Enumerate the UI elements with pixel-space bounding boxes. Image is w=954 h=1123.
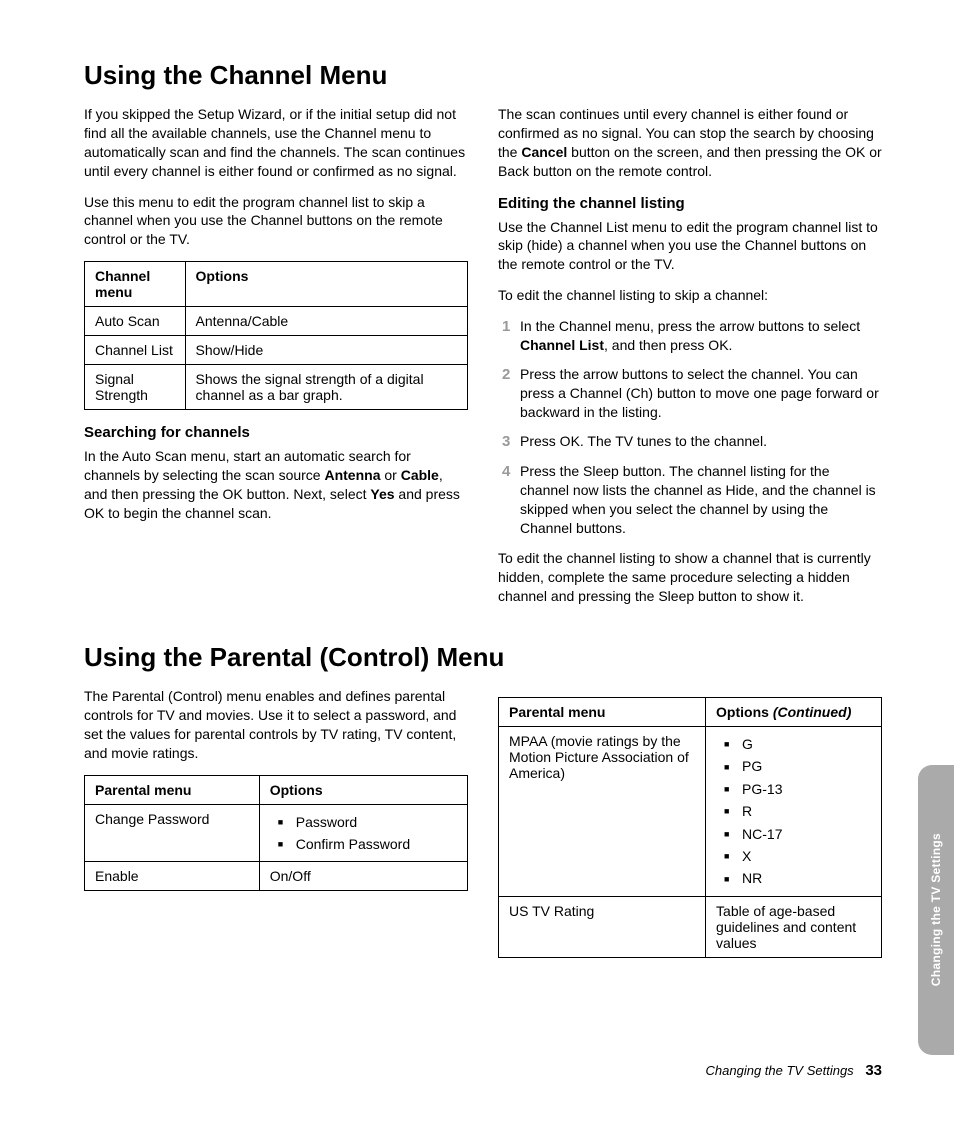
bullet: Confirm Password [278,833,457,855]
td: Auto Scan [85,307,186,336]
bullet: Password [278,811,457,833]
side-tab-label: Changing the TV Settings [929,833,943,986]
td: Antenna/Cable [185,307,467,336]
subheading-searching: Searching for channels [84,424,468,441]
bullet: G [724,733,871,755]
parental-menu-table-left: Parental menu Options Change Password Pa… [84,775,468,892]
heading-parental-menu: Using the Parental (Control) Menu [84,642,882,673]
para: The Parental (Control) menu enables and … [84,687,468,763]
steps-list: 1In the Channel menu, press the arrow bu… [498,317,882,537]
col-right-2: Parental menu Options (Continued) MPAA (… [498,687,882,972]
td: On/Off [259,862,467,891]
step-text: Press the Sleep button. The channel list… [520,462,882,538]
bullet: R [724,800,871,822]
heading-channel-menu: Using the Channel Menu [84,60,882,91]
td: Change Password [85,804,260,862]
bullet: X [724,845,871,867]
para: To edit the channel listing to skip a ch… [498,286,882,305]
step-text: In the Channel menu, press the arrow but… [520,317,882,355]
col-right-1: The scan continues until every channel i… [498,105,882,618]
td: Password Confirm Password [259,804,467,862]
td: Shows the signal strength of a digital c… [185,365,467,410]
para: Use the Channel List menu to edit the pr… [498,218,882,275]
para: The scan continues until every channel i… [498,105,882,181]
td: Table of age-based guidelines and conten… [706,896,882,957]
th: Parental menu [499,698,706,727]
th: Options (Continued) [706,698,882,727]
para: In the Auto Scan menu, start an automati… [84,447,468,523]
td: Show/Hide [185,336,467,365]
bullet: PG [724,755,871,777]
subheading-editing: Editing the channel listing [498,195,882,212]
para: If you skipped the Setup Wizard, or if t… [84,105,468,181]
parental-menu-table-right: Parental menu Options (Continued) MPAA (… [498,697,882,958]
bullet: NR [724,867,871,889]
th: Parental menu [85,775,260,804]
th: Options [185,262,467,307]
td: Signal Strength [85,365,186,410]
para: To edit the channel listing to show a ch… [498,549,882,606]
th: Options [259,775,467,804]
td: Channel List [85,336,186,365]
td: Enable [85,862,260,891]
col-left-2: The Parental (Control) menu enables and … [84,687,468,972]
step-num: 3 [502,432,520,452]
td: MPAA (movie ratings by the Motion Pictur… [499,727,706,897]
bullet: NC-17 [724,823,871,845]
col-left-1: If you skipped the Setup Wizard, or if t… [84,105,468,618]
side-tab: Changing the TV Settings [918,765,954,1055]
step-text: Press OK. The TV tunes to the channel. [520,432,882,452]
footer-page-number: 33 [865,1062,882,1079]
bullet: PG-13 [724,778,871,800]
th: Channel menu [85,262,186,307]
td: G PG PG-13 R NC-17 X NR [706,727,882,897]
step-text: Press the arrow buttons to select the ch… [520,365,882,422]
para: Use this menu to edit the program channe… [84,193,468,250]
td: US TV Rating [499,896,706,957]
step-num: 2 [502,365,520,422]
step-num: 1 [502,317,520,355]
page-footer: Changing the TV Settings 33 [706,1062,882,1079]
footer-chapter: Changing the TV Settings [706,1063,854,1078]
channel-menu-table: Channel menu Options Auto ScanAntenna/Ca… [84,261,468,410]
step-num: 4 [502,462,520,538]
